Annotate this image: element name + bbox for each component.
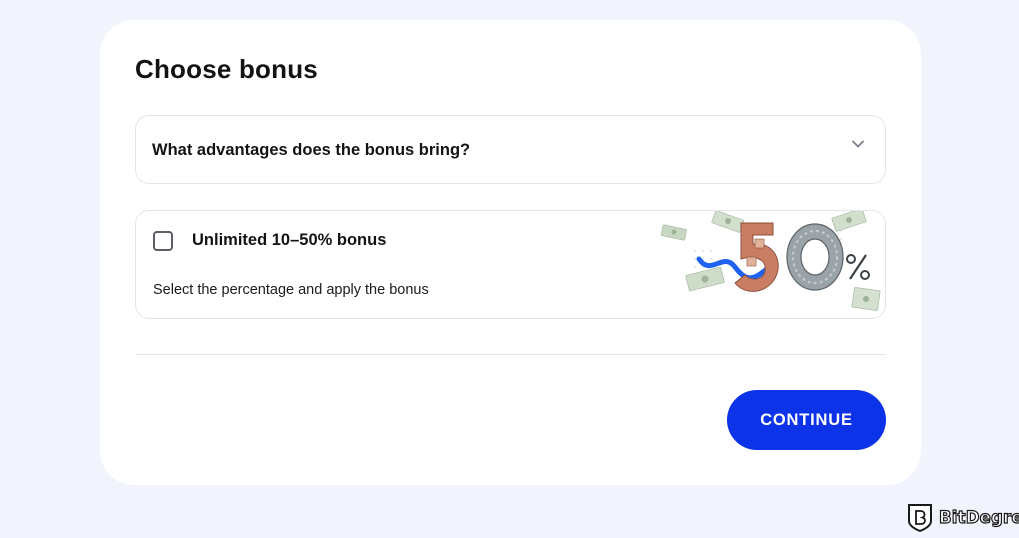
- banknote-icon: [660, 224, 687, 241]
- banknote-icon: [831, 211, 867, 232]
- silver-zero-shape: [786, 223, 844, 291]
- watermark-text: BitDegree: [938, 507, 1019, 527]
- divider: [135, 354, 886, 355]
- banknote-icon: [685, 266, 725, 292]
- bonus-checkbox[interactable]: [153, 231, 173, 251]
- page: Choose bonus What advantages does the bo…: [0, 0, 1019, 538]
- banknote-icon: [711, 211, 745, 233]
- chevron-down-icon[interactable]: [851, 137, 865, 151]
- page-title: Choose bonus: [135, 54, 318, 84]
- bitdegree-watermark: BitDegree: [907, 501, 1019, 533]
- percent-icon: [846, 254, 870, 280]
- banknote-icon: [851, 287, 881, 311]
- bonus-option-card[interactable]: Unlimited 10–50% bonus Select the percen…: [135, 210, 886, 319]
- bonus-description: Select the percentage and apply the bonu…: [153, 282, 429, 298]
- faq-accordion[interactable]: What advantages does the bonus bring?: [135, 115, 886, 184]
- bonus-dialog: Choose bonus What advantages does the bo…: [100, 20, 921, 485]
- bonus-illustration: [660, 211, 881, 311]
- bitdegree-shield-logo: [908, 504, 932, 532]
- bonus-name: Unlimited 10–50% bonus: [192, 231, 387, 249]
- copper-five-shape: [734, 222, 779, 292]
- continue-button[interactable]: CONTINUE: [727, 390, 886, 450]
- faq-question: What advantages does the bonus bring?: [152, 141, 471, 159]
